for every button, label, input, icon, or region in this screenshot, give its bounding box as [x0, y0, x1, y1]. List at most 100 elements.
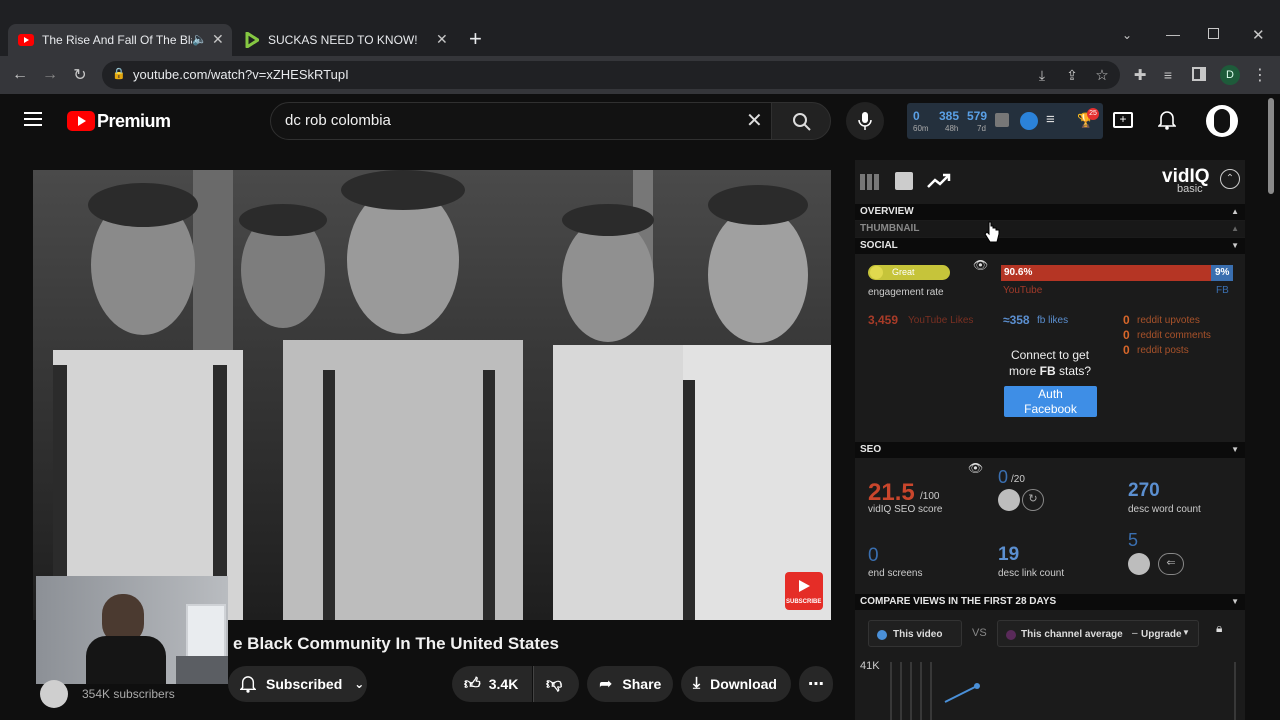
tab-title: The Rise And Fall Of The Blac	[42, 33, 192, 47]
caret-down-icon: ▼	[1231, 445, 1239, 454]
trend-up-icon[interactable]	[927, 173, 951, 189]
views-60m-value: 0	[913, 109, 920, 123]
share-button[interactable]: ➦ Share	[587, 666, 673, 702]
compare-section-header[interactable]: COMPARE VIEWS IN THE FIRST 28 DAYS ▼	[855, 594, 1245, 610]
url-text[interactable]: youtube.com/watch?v=xZHESkRTupI	[133, 67, 349, 82]
search-input[interactable]: dc rob colombia	[285, 112, 391, 129]
reddit-posts-value: 0	[1123, 343, 1130, 357]
dislike-button[interactable]: 👎︎	[533, 666, 579, 702]
subscribe-watermark[interactable]: SUBSCRIBE	[785, 572, 823, 610]
series-line	[944, 685, 978, 703]
download-label: Download	[710, 676, 777, 692]
tab-search-icon[interactable]: ⌄	[1122, 28, 1132, 42]
views-48h-value: 385	[939, 109, 960, 123]
new-tab-button[interactable]: +	[469, 26, 482, 52]
logo-premium-text: Premium	[97, 111, 171, 131]
trophy-badge: 25	[1087, 108, 1099, 120]
search-button[interactable]	[771, 102, 831, 140]
close-icon[interactable]: ✕	[212, 31, 224, 48]
browser-menu-icon[interactable]: ⋮	[1250, 65, 1270, 85]
forward-arrow-icon[interactable]: →	[40, 65, 60, 85]
vidiq-counter-widget[interactable]: 0 60m 385 48h 579 7d ≡ 🏆 25	[907, 103, 1103, 139]
like-button[interactable]: 👍︎ 3.4K	[452, 666, 532, 702]
reload-icon[interactable]: ↻	[70, 65, 90, 85]
reddit-upvotes-value: 0	[1123, 313, 1130, 327]
share-page-icon[interactable]: ⇪	[1062, 65, 1082, 85]
caret-up-icon: ▲	[1231, 207, 1239, 216]
hamburger-menu-icon[interactable]	[24, 112, 42, 126]
engagement-badge: Great	[868, 265, 950, 280]
seo-score-value: 21.5	[868, 479, 915, 506]
share-arrow-icon: ➦	[599, 676, 613, 693]
tab-active-video[interactable]: The Rise And Fall Of The Blac 🔈 ✕	[8, 24, 232, 56]
seo-section-header[interactable]: SEO ▼	[855, 442, 1245, 458]
page-scrollbar[interactable]	[1268, 98, 1274, 194]
clear-search-icon[interactable]: ✕	[746, 108, 763, 133]
channel-avatar[interactable]	[40, 680, 68, 708]
reddit-posts-label: reddit posts	[1137, 345, 1189, 356]
reddit-comments-label: reddit comments	[1137, 330, 1211, 341]
account-avatar[interactable]	[1206, 105, 1238, 137]
install-icon[interactable]: ⤓	[1032, 65, 1052, 85]
bell-icon	[240, 676, 256, 693]
download-button[interactable]: ⤓ Download	[681, 666, 791, 702]
bar-chart-icon[interactable]	[895, 172, 913, 190]
media-queue-icon[interactable]: ≡	[1158, 65, 1178, 85]
lock-icon[interactable]: 🔒︎	[1216, 621, 1238, 641]
voice-search-button[interactable]	[846, 102, 884, 140]
yt-percent: 90.6%	[1004, 267, 1033, 278]
yt-bar-label: YouTube	[1003, 285, 1043, 296]
thumbs-down-icon: 👎︎	[546, 675, 563, 693]
refresh-icon[interactable]: ↻	[1022, 489, 1044, 511]
list-icon[interactable]: ≡	[1046, 111, 1055, 128]
back-arrow-icon[interactable]: ←	[10, 65, 30, 85]
watermark-label: SUBSCRIBE	[786, 599, 822, 605]
site-info-icon[interactable]: 🔒	[112, 67, 126, 80]
social-section-header[interactable]: SOCIAL ▼	[855, 238, 1245, 254]
connect-line-2b: FB	[1039, 364, 1056, 378]
notification-bell-icon[interactable]	[1158, 110, 1176, 130]
side-panel-icon[interactable]	[1192, 67, 1206, 81]
vs-label: VS	[972, 627, 987, 639]
close-window-button[interactable]: ✕	[1252, 26, 1265, 44]
close-icon[interactable]: ✕	[436, 31, 448, 48]
fb-percent: 9%	[1215, 267, 1230, 278]
youtube-logo-icon[interactable]	[67, 111, 95, 136]
vidiq-logo-icon[interactable]	[1020, 112, 1038, 130]
restore-button[interactable]	[1208, 28, 1219, 39]
seo-score-label: vidIQ SEO score	[868, 504, 943, 515]
this-video-select[interactable]: This video	[868, 620, 962, 647]
minimize-button[interactable]: —	[1166, 26, 1180, 42]
tab-audio-icon[interactable]: 🔈	[192, 32, 207, 46]
upgrade-label[interactable]: Upgrade	[1141, 629, 1182, 640]
extensions-icon[interactable]: ✚	[1130, 65, 1150, 85]
overview-section-header[interactable]: OVERVIEW ▲	[855, 204, 1245, 220]
create-video-icon[interactable]: +	[1113, 112, 1133, 128]
profile-avatar[interactable]: D	[1220, 65, 1240, 85]
cards-value: 5	[1128, 530, 1139, 550]
play-icon	[799, 580, 810, 592]
thumbnail-section-header[interactable]: THUMBNAIL ▲	[855, 221, 1245, 237]
smile-icon	[870, 266, 883, 279]
bookmark-star-icon[interactable]: ☆	[1092, 65, 1112, 85]
tab-second[interactable]: SUCKAS NEED TO KNOW! ✕	[234, 24, 458, 56]
tags-max: /20	[1011, 474, 1025, 485]
card-arrow-icon[interactable]: ⇐	[1158, 553, 1184, 575]
grid-view-icon[interactable]	[860, 174, 879, 190]
collapse-panel-icon[interactable]: ⌃	[1220, 169, 1240, 189]
desc-word-count-label: desc word count	[1128, 504, 1201, 515]
seo-score-max: /100	[920, 491, 940, 502]
views-7d-label: 7d	[977, 124, 986, 133]
video-player[interactable]: SUBSCRIBE	[33, 170, 831, 620]
subscribed-button[interactable]: Subscribed ⌄	[228, 666, 367, 702]
auth-facebook-button[interactable]: Auth Facebook	[1004, 386, 1097, 417]
more-actions-button[interactable]: ⋯	[799, 666, 833, 702]
like-count: 3.4K	[488, 676, 519, 692]
yt-fb-ratio-bar: 90.6% 9%	[1001, 265, 1233, 281]
eye-icon[interactable]: 👁︎	[968, 461, 983, 475]
youtube-favicon-icon	[18, 32, 34, 48]
eye-icon[interactable]: 👁︎	[973, 258, 988, 272]
video-title: e Black Community In The United States	[233, 634, 559, 653]
stats-chart-icon[interactable]	[995, 113, 1009, 127]
channel-average-select[interactable]: This channel average – Upgrade ▼	[997, 620, 1199, 647]
